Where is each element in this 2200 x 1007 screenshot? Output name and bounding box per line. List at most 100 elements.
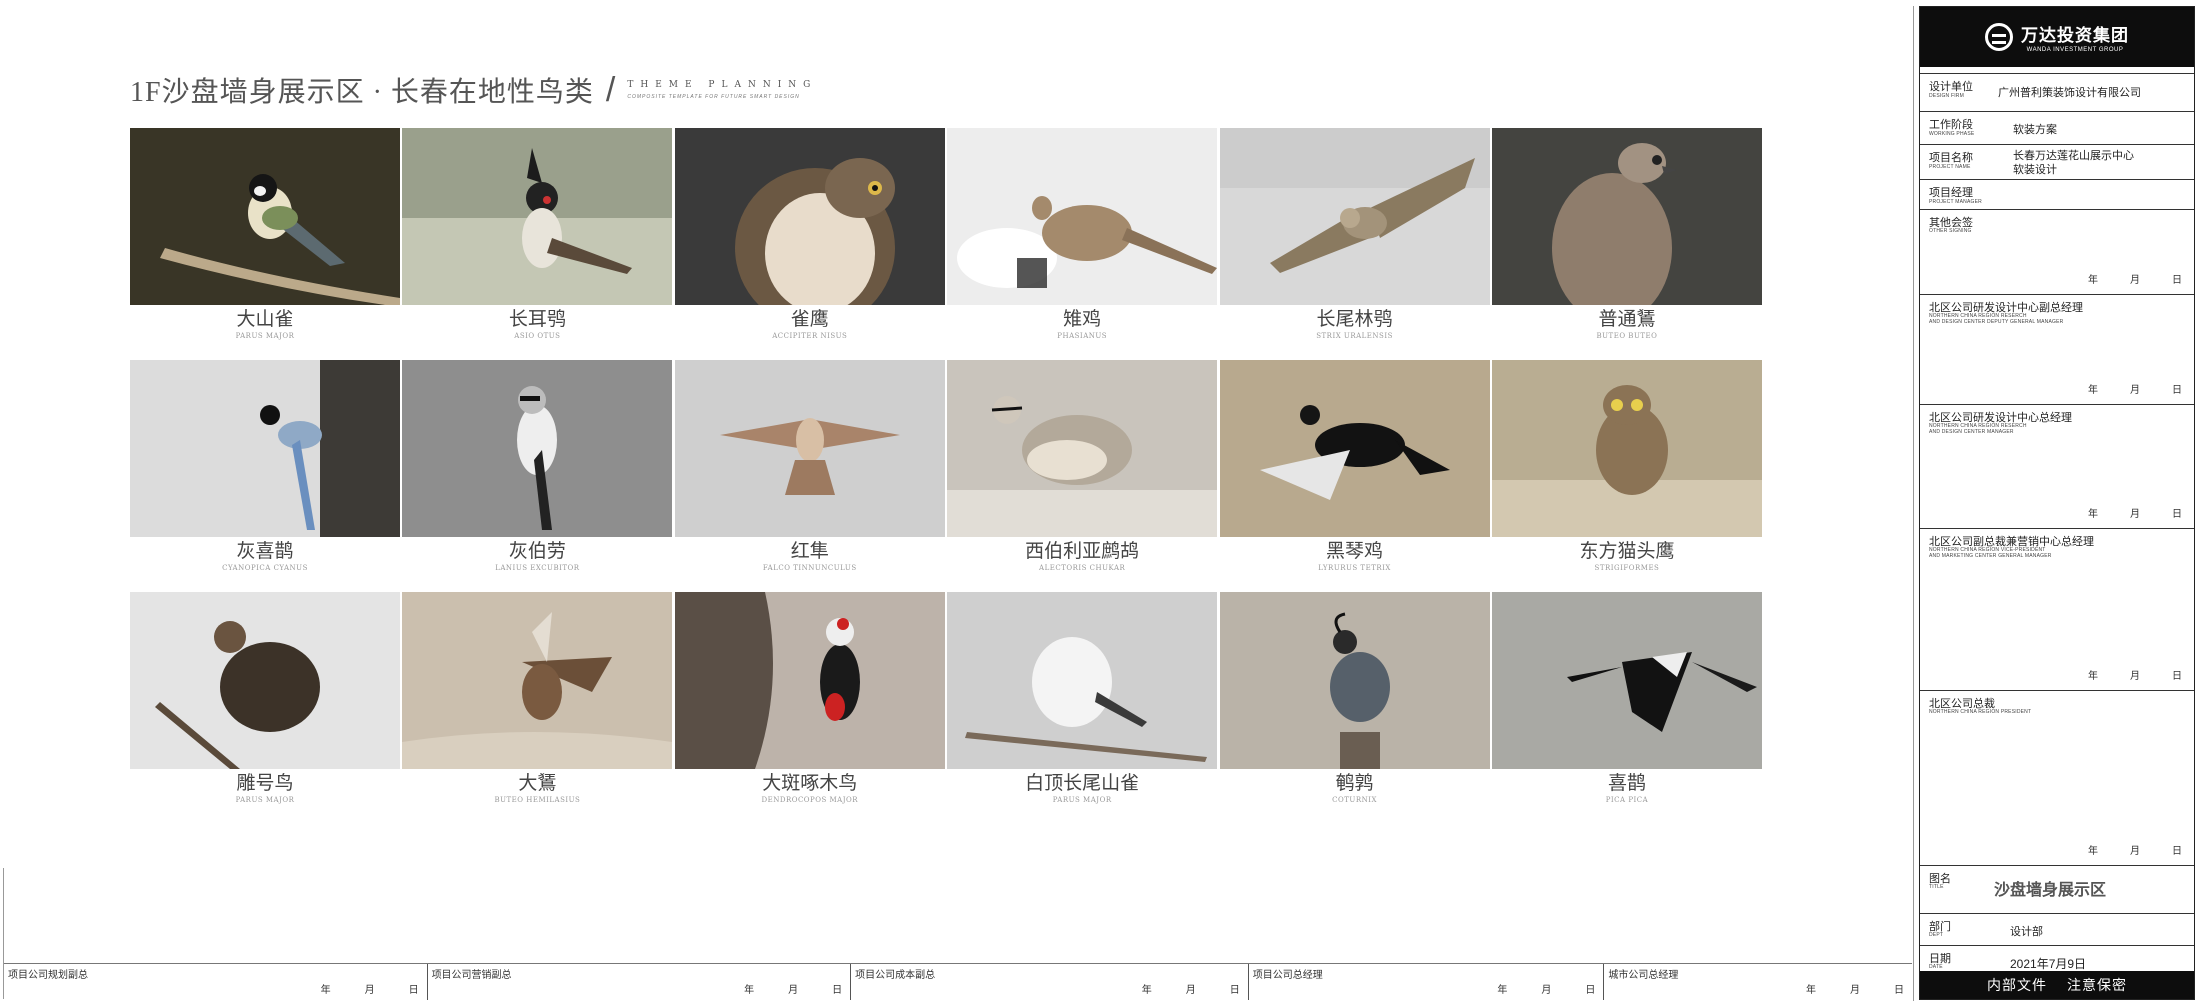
bird-photo-chukar (947, 360, 1218, 537)
bird-name: 喜鹊 (1607, 773, 1646, 794)
bird-photo-quail (1219, 592, 1490, 769)
title-block: 万达投资集团 WANDA INVESTMENT GROUP 设计单位 DESIG… (1919, 6, 2195, 1000)
bird-photo-eagle (130, 592, 400, 769)
president-row: 北区公司总裁 NORTHERN CHINA REGION PRESIDENT 年… (1920, 690, 2194, 865)
signing-date: 年月日 (2088, 846, 2182, 857)
bird-name: 大斑啄木鸟 (762, 773, 858, 794)
confidential-label: 注意保密 (2067, 977, 2127, 993)
bird-name: 西伯利亚鹧鸪 (1025, 541, 1140, 562)
bird-card-long-tailed-tit: 白顶长尾山雀 PARUS MAJOR (947, 592, 1218, 824)
other-signing-row: 其他会签 OTHER SIGNING 年月日 (1920, 209, 2194, 294)
deputy-gm-row: 北区公司研发设计中心副总经理 NORTHERN CHINA REGION RES… (1920, 294, 2194, 404)
bird-photo-common-buzzard (1491, 128, 1762, 305)
bird-latin: FALCO TINNUNCULUS (762, 564, 857, 572)
design-firm-row: 设计单位 DESIGN FIRM 广州普利策装饰设计有限公司 (1920, 73, 2194, 111)
bird-latin: PHASIANUS (1057, 332, 1108, 340)
wanda-logo-icon (1985, 23, 2013, 51)
signature-date: 年月日 (1497, 985, 1596, 996)
bird-latin: BUTEO HEMILASIUS (494, 796, 581, 804)
project-name-row: 项目名称 PROJECT NAME 长春万达莲花山展示中心 软装设计 (1920, 144, 2194, 179)
signature-label: 城市公司总经理 (1608, 970, 1679, 981)
signing-date: 年月日 (2088, 385, 2182, 396)
drawing-area: 1F沙盘墙身展示区 · 长春在地性鸟类 / THEME PLANNING COM… (0, 0, 1915, 1007)
working-phase-value: 软装方案 (2013, 124, 2057, 136)
bird-latin: LANIUS EXCUBITOR (495, 564, 580, 572)
bird-card-chukar: 西伯利亚鹧鸪 ALECTORIS CHUKAR (947, 360, 1218, 592)
bird-photo-black-grouse (1219, 360, 1490, 537)
bird-photo-grey-shrike (402, 360, 673, 537)
signature-cell: 项目公司规划副总 年月日 (4, 964, 427, 1000)
bird-photo-upland-buzzard (402, 592, 673, 769)
bird-latin: CYANOPICA CYANUS (222, 564, 308, 572)
signature-date: 年月日 (1141, 985, 1240, 996)
bird-card-long-eared-owl: 长耳鸮 ASIO OTUS (402, 128, 673, 360)
bird-card-sparrowhawk: 雀鹰 ACCIPITER NISUS (674, 128, 945, 360)
bird-latin: STRIGIFORMES (1594, 564, 1660, 572)
bird-card-pheasant: 雉鸡 PHASIANUS (947, 128, 1218, 360)
signing-date: 年月日 (2088, 671, 2182, 682)
signature-date: 年月日 (744, 985, 843, 996)
signing-date: 年月日 (2088, 509, 2182, 520)
bird-card-eagle: 雕号鸟 PARUS MAJOR (130, 592, 400, 824)
bird-photo-kestrel (674, 360, 945, 537)
bird-card-woodpecker: 大斑啄木鸟 DENDROCOPOS MAJOR (674, 592, 945, 824)
working-phase-row: 工作阶段 WORKING PHASE 软装方案 (1920, 111, 2194, 144)
bird-name: 大山雀 (236, 309, 294, 330)
bird-latin: ACCIPITER NISUS (772, 332, 848, 340)
bird-photo-pheasant (947, 128, 1218, 305)
bird-card-kestrel: 红隼 FALCO TINNUNCULUS (674, 360, 945, 592)
bird-latin: ALECTORIS CHUKAR (1039, 564, 1126, 572)
bird-photo-sparrowhawk (674, 128, 945, 305)
company-header: 万达投资集团 WANDA INVESTMENT GROUP (1920, 7, 2194, 67)
bird-photo-oriental-owl (1491, 360, 1762, 537)
company-name-en: WANDA INVESTMENT GROUP (2026, 47, 2124, 53)
design-firm-value: 广州普利策装饰设计有限公司 (1998, 87, 2141, 99)
bird-name: 灰喜鹊 (236, 541, 294, 562)
bird-latin: BUTEO BUTEO (1596, 332, 1658, 340)
bottom-signature-bar: 项目公司规划副总 年月日 项目公司营销副总 年月日 项目公司成本副总 年月日 项… (4, 963, 1912, 1000)
theme-title: THEME PLANNING (627, 80, 818, 90)
bird-name: 长耳鸮 (508, 309, 566, 330)
bird-card-oriental-owl: 东方猫头鹰 STRIGIFORMES (1491, 360, 1762, 592)
bird-photo-great-tit (130, 128, 400, 305)
company-name: 万达投资集团 (2021, 26, 2129, 45)
internal-document-label: 内部文件 (1987, 977, 2047, 993)
bird-card-grey-shrike: 灰伯劳 LANIUS EXCUBITOR (402, 360, 673, 592)
signature-label: 项目公司总经理 (1252, 970, 1323, 981)
bird-grid: 大山雀 PARUS MAJOR 长耳鸮 ASIO OTUS 雀鹰 ACCIPIT… (130, 128, 1762, 824)
signature-date: 年月日 (1806, 985, 1904, 996)
date-value: 2021年7月9日 (2010, 957, 2087, 971)
project-manager-row: 项目经理 PROJECT MANAGER (1920, 179, 2194, 209)
bird-name: 大鵟 (518, 773, 557, 794)
bird-name: 普通鵟 (1598, 309, 1656, 330)
theme-subtitle: COMPOSITE TEMPLATE FOR FUTURE SMART DESI… (627, 94, 800, 100)
bird-latin: PICA PICA (1605, 796, 1649, 804)
drawing-title-row: 图名 TITLE 沙盘墙身展示区 (1920, 865, 2194, 913)
bird-card-magpie: 喜鹊 PICA PICA (1491, 592, 1762, 824)
signature-label: 项目公司营销副总 (431, 970, 512, 981)
bird-photo-azure-magpie (130, 360, 400, 537)
bird-card-black-grouse: 黑琴鸡 LYRURUS TETRIX (1219, 360, 1490, 592)
bird-latin: PARUS MAJOR (235, 332, 295, 340)
bird-latin: STRIX URALENSIS (1316, 332, 1393, 340)
bird-photo-ural-owl (1219, 128, 1490, 305)
bird-name: 东方猫头鹰 (1579, 541, 1675, 562)
dept-value: 设计部 (2010, 926, 2043, 938)
signature-cell: 项目公司总经理 年月日 (1247, 964, 1604, 1000)
bird-latin: DENDROCOPOS MAJOR (761, 796, 859, 804)
bird-name: 鹌鹑 (1335, 773, 1374, 794)
bird-name: 长尾林鸮 (1316, 309, 1393, 330)
bird-latin: LYRURUS TETRIX (1318, 564, 1391, 572)
bird-name: 雀鹰 (790, 309, 829, 330)
bird-photo-long-tailed-tit (947, 592, 1218, 769)
bird-latin: PARUS MAJOR (1052, 796, 1112, 804)
bird-name: 白顶长尾山雀 (1025, 773, 1140, 794)
bird-card-great-tit: 大山雀 PARUS MAJOR (130, 128, 400, 360)
bird-name: 雉鸡 (1063, 309, 1102, 330)
frame-line (1913, 6, 1914, 1001)
vp-row: 北区公司副总裁兼营销中心总经理 NORTHERN CHINA REGION VI… (1920, 528, 2194, 690)
bird-photo-woodpecker (674, 592, 945, 769)
heading-divider: / (605, 70, 616, 109)
bird-card-azure-magpie: 灰喜鹊 CYANOPICA CYANUS (130, 360, 400, 592)
bird-card-ural-owl: 长尾林鸮 STRIX URALENSIS (1219, 128, 1490, 360)
